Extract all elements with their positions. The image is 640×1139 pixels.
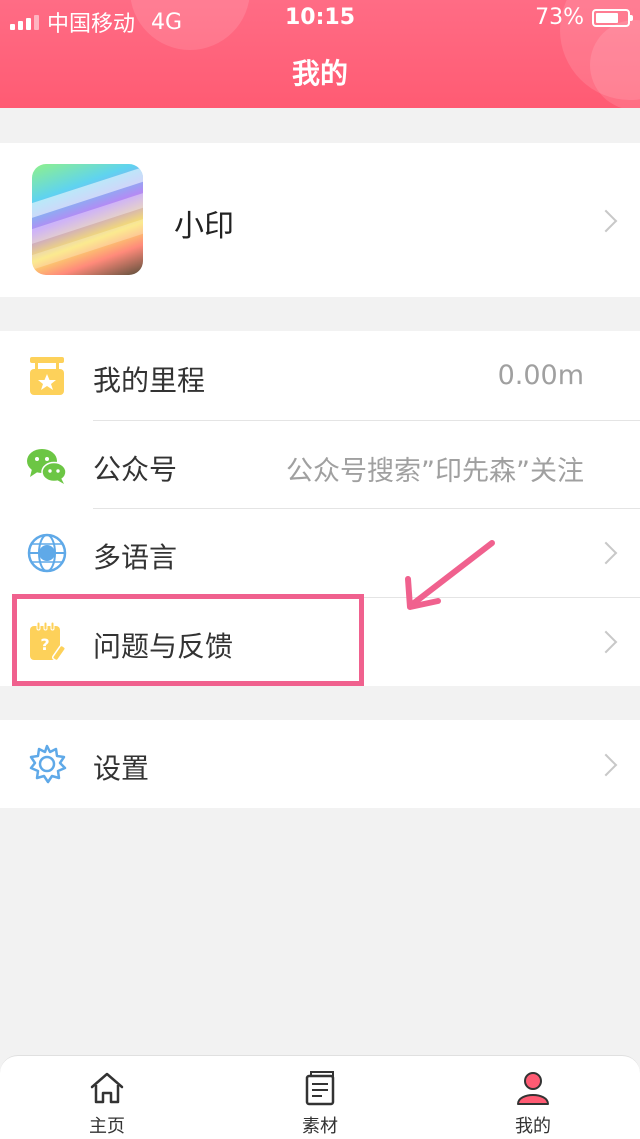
profile-card[interactable]: 小印 bbox=[0, 143, 640, 297]
avatar[interactable] bbox=[32, 164, 143, 275]
battery-icon bbox=[592, 8, 633, 27]
tab-home[interactable]: 主页 bbox=[47, 1056, 167, 1139]
globe-language-icon bbox=[27, 533, 67, 573]
wechat-hint: 公众号搜索”印先森”关注 bbox=[286, 456, 584, 487]
tab-label: 主页 bbox=[89, 1116, 125, 1137]
user-icon bbox=[517, 1072, 549, 1105]
material-book-icon bbox=[305, 1071, 335, 1106]
tab-label: 素材 bbox=[302, 1116, 338, 1137]
menu-label: 设置 bbox=[93, 752, 150, 785]
highlight-box bbox=[12, 594, 364, 686]
tab-material[interactable]: 素材 bbox=[260, 1056, 380, 1139]
menu-item-language[interactable]: 多语言 bbox=[0, 509, 640, 597]
chevron-right-icon bbox=[594, 630, 618, 654]
status-bar: 中国移动 4G 10:15 73% bbox=[0, 0, 640, 37]
menu-label: 多语言 bbox=[93, 541, 178, 574]
menu-item-settings[interactable]: 设置 bbox=[0, 720, 640, 808]
menu-item-wechat[interactable]: 公众号 公众号搜索”印先森”关注 bbox=[0, 421, 640, 509]
menu-label: 公众号 bbox=[93, 453, 178, 486]
settings-card[interactable]: 设置 bbox=[0, 720, 640, 808]
chevron-right-icon bbox=[594, 209, 618, 233]
menu-item-mileage[interactable]: 我的里程 0.00m bbox=[0, 332, 640, 420]
tab-mine[interactable]: 我的 bbox=[473, 1056, 593, 1139]
ticket-star-icon bbox=[30, 357, 64, 395]
home-icon bbox=[90, 1072, 124, 1104]
tab-bar: 主页 素材 我的 bbox=[0, 1055, 640, 1139]
menu-label: 我的里程 bbox=[93, 364, 206, 397]
chevron-right-icon bbox=[594, 753, 618, 777]
chevron-right-icon bbox=[594, 541, 618, 565]
mileage-value: 0.00m bbox=[497, 360, 584, 391]
header-bar: 中国移动 4G 10:15 73% 我的 bbox=[0, 0, 640, 108]
gear-icon bbox=[29, 744, 67, 784]
battery-percent: 73% bbox=[535, 5, 584, 30]
pointer-arrow-icon bbox=[405, 540, 495, 610]
profile-name: 小印 bbox=[174, 209, 234, 244]
wechat-icon bbox=[27, 449, 67, 484]
page-title: 我的 bbox=[291, 57, 348, 90]
tab-label: 我的 bbox=[515, 1116, 551, 1137]
